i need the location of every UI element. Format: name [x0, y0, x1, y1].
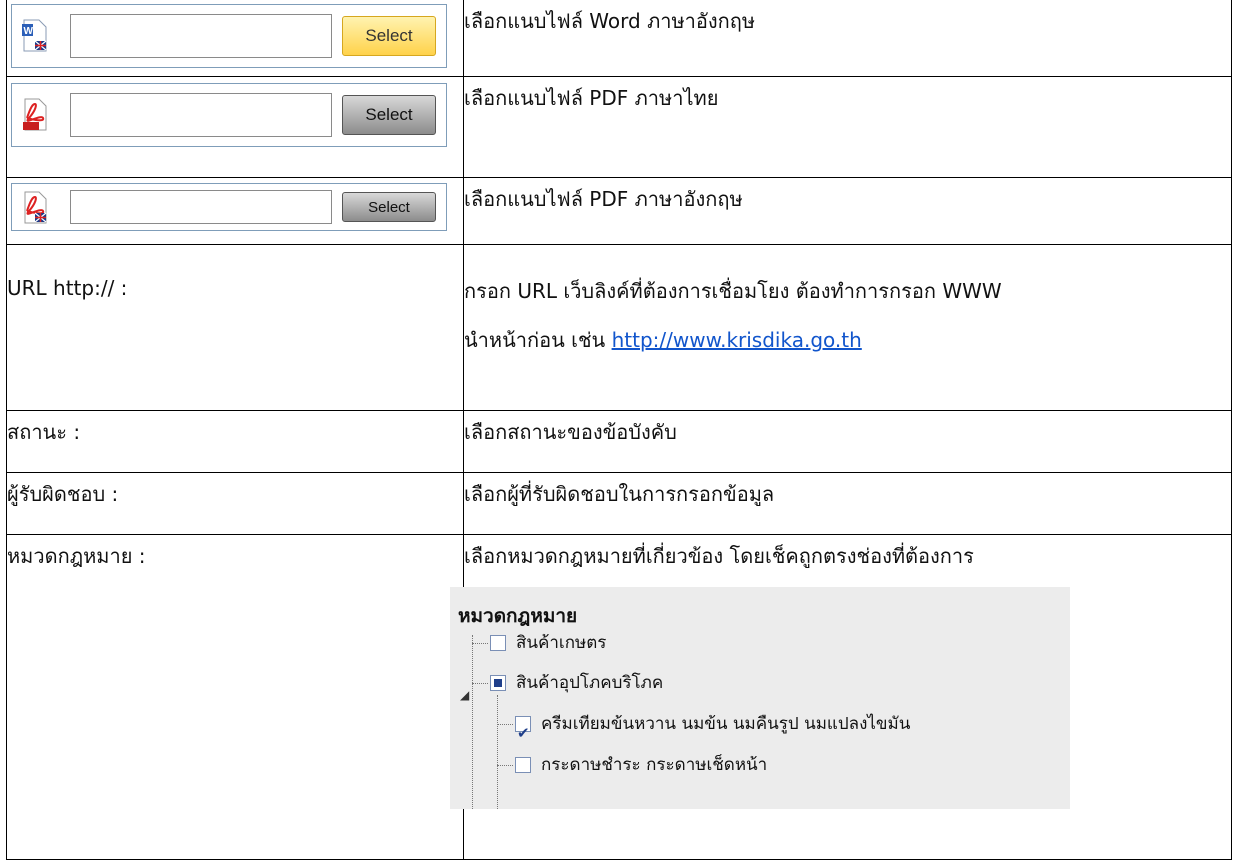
- tree-item-label: สินค้าเกษตร: [516, 633, 607, 653]
- url-description-line2: นำหน้าก่อน เช่น http://www.krisdika.go.t…: [464, 316, 1231, 365]
- pdf-english-file-input[interactable]: [70, 190, 332, 224]
- instruction-table: W Select เลือกแนบไฟล์ Word ภาษาอังกฤษ Se…: [6, 0, 1232, 860]
- tree-connector: [497, 724, 513, 725]
- tree-item[interactable]: ครีมเทียมข้นหวาน นมข้น นมคืนรูป นมแปลงไข…: [515, 711, 910, 754]
- tree-item-label: กระดาษชำระ กระดาษเช็ดหน้า: [541, 755, 768, 775]
- tree-connector: [497, 695, 498, 809]
- tree-checkbox[interactable]: [515, 757, 531, 773]
- table-row: สถานะ : เลือกสถานะของข้อบังคับ: [6, 410, 1232, 473]
- pdf-english-uploader: Select: [11, 183, 447, 231]
- pdf-thai-file-input[interactable]: [70, 93, 332, 137]
- table-row: หมวดกฎหมาย : เลือกหมวดกฎหมายที่เกี่ยวข้อ…: [6, 534, 1232, 860]
- description-cell: เลือกสถานะของข้อบังคับ: [463, 410, 1232, 473]
- pdf-thai-uploader: Select: [11, 83, 447, 147]
- word-english-file-input[interactable]: [70, 14, 332, 58]
- svg-text:W: W: [24, 26, 34, 37]
- example-link[interactable]: http://www.krisdika.go.th: [612, 328, 862, 352]
- upload-cell: W Select: [6, 0, 464, 77]
- word-english-uploader: W Select: [11, 4, 447, 68]
- description-cell: เลือกผู้ที่รับผิดชอบในการกรอกข้อมูล: [463, 472, 1232, 535]
- tree-checkbox[interactable]: [515, 712, 531, 754]
- description-cell: เลือกแนบไฟล์ Word ภาษาอังกฤษ: [463, 0, 1232, 77]
- pdf-english-file-icon: [24, 191, 47, 224]
- select-button[interactable]: Select: [342, 192, 436, 222]
- table-row: Select เลือกแนบไฟล์ PDF ภาษาอังกฤษ: [6, 177, 1232, 245]
- field-label: หมวดกฎหมาย :: [6, 534, 464, 860]
- tree-item[interactable]: กระดาษชำระ กระดาษเช็ดหน้า: [515, 752, 767, 778]
- tree-connector: [472, 683, 488, 684]
- select-button[interactable]: Select: [342, 95, 436, 135]
- table-row: URL http:// : กรอก URL เว็บลิงค์ที่ต้องก…: [6, 244, 1232, 411]
- tree-connector: [472, 635, 473, 809]
- pdf-file-icon: [23, 98, 47, 131]
- tree-connector: [497, 765, 513, 766]
- word-english-file-icon: W: [22, 19, 47, 52]
- tree-item[interactable]: สินค้าเกษตร: [490, 630, 606, 656]
- tree-item-label: สินค้าอุปโภคบริโภค: [516, 673, 664, 693]
- tree-item-label: ครีมเทียมข้นหวาน นมข้น นมคืนรูป นมแปลงไข…: [541, 714, 911, 734]
- select-button[interactable]: Select: [342, 16, 436, 56]
- tree-connector: [472, 643, 488, 644]
- upload-cell: Select: [6, 76, 464, 178]
- category-tree: หมวดกฎหมาย ◢ สินค้าเกษตร สินค้าอุปโภคบริ…: [450, 587, 1070, 809]
- url-example-prefix: นำหน้าก่อน เช่น: [464, 328, 612, 352]
- field-label: URL http:// :: [6, 244, 464, 411]
- description-cell: เลือกแนบไฟล์ PDF ภาษาไทย: [463, 76, 1232, 178]
- description-cell: กรอก URL เว็บลิงค์ที่ต้องการเชื่อมโยง ต้…: [463, 244, 1232, 411]
- tree-checkbox[interactable]: [490, 675, 506, 691]
- tree-item[interactable]: สินค้าอุปโภคบริโภค: [490, 670, 663, 696]
- category-description: เลือกหมวดกฎหมายที่เกี่ยวข้อง โดยเช็คถูกต…: [464, 544, 974, 568]
- table-row: W Select เลือกแนบไฟล์ Word ภาษาอังกฤษ: [6, 0, 1232, 77]
- table-row: ผู้รับผิดชอบ : เลือกผู้ที่รับผิดชอบในการ…: [6, 472, 1232, 535]
- description-cell: เลือกหมวดกฎหมายที่เกี่ยวข้อง โดยเช็คถูกต…: [450, 534, 1232, 860]
- tree-checkbox[interactable]: [490, 635, 506, 651]
- description-cell: เลือกแนบไฟล์ PDF ภาษาอังกฤษ: [463, 177, 1232, 245]
- tree-expand-arrow-icon[interactable]: ◢: [460, 674, 469, 716]
- field-label: ผู้รับผิดชอบ :: [6, 472, 464, 535]
- upload-cell: Select: [6, 177, 464, 245]
- field-label: สถานะ :: [6, 410, 464, 473]
- table-row: Select เลือกแนบไฟล์ PDF ภาษาไทย: [6, 76, 1232, 178]
- url-description-line1: กรอก URL เว็บลิงค์ที่ต้องการเชื่อมโยง ต้…: [464, 279, 1002, 303]
